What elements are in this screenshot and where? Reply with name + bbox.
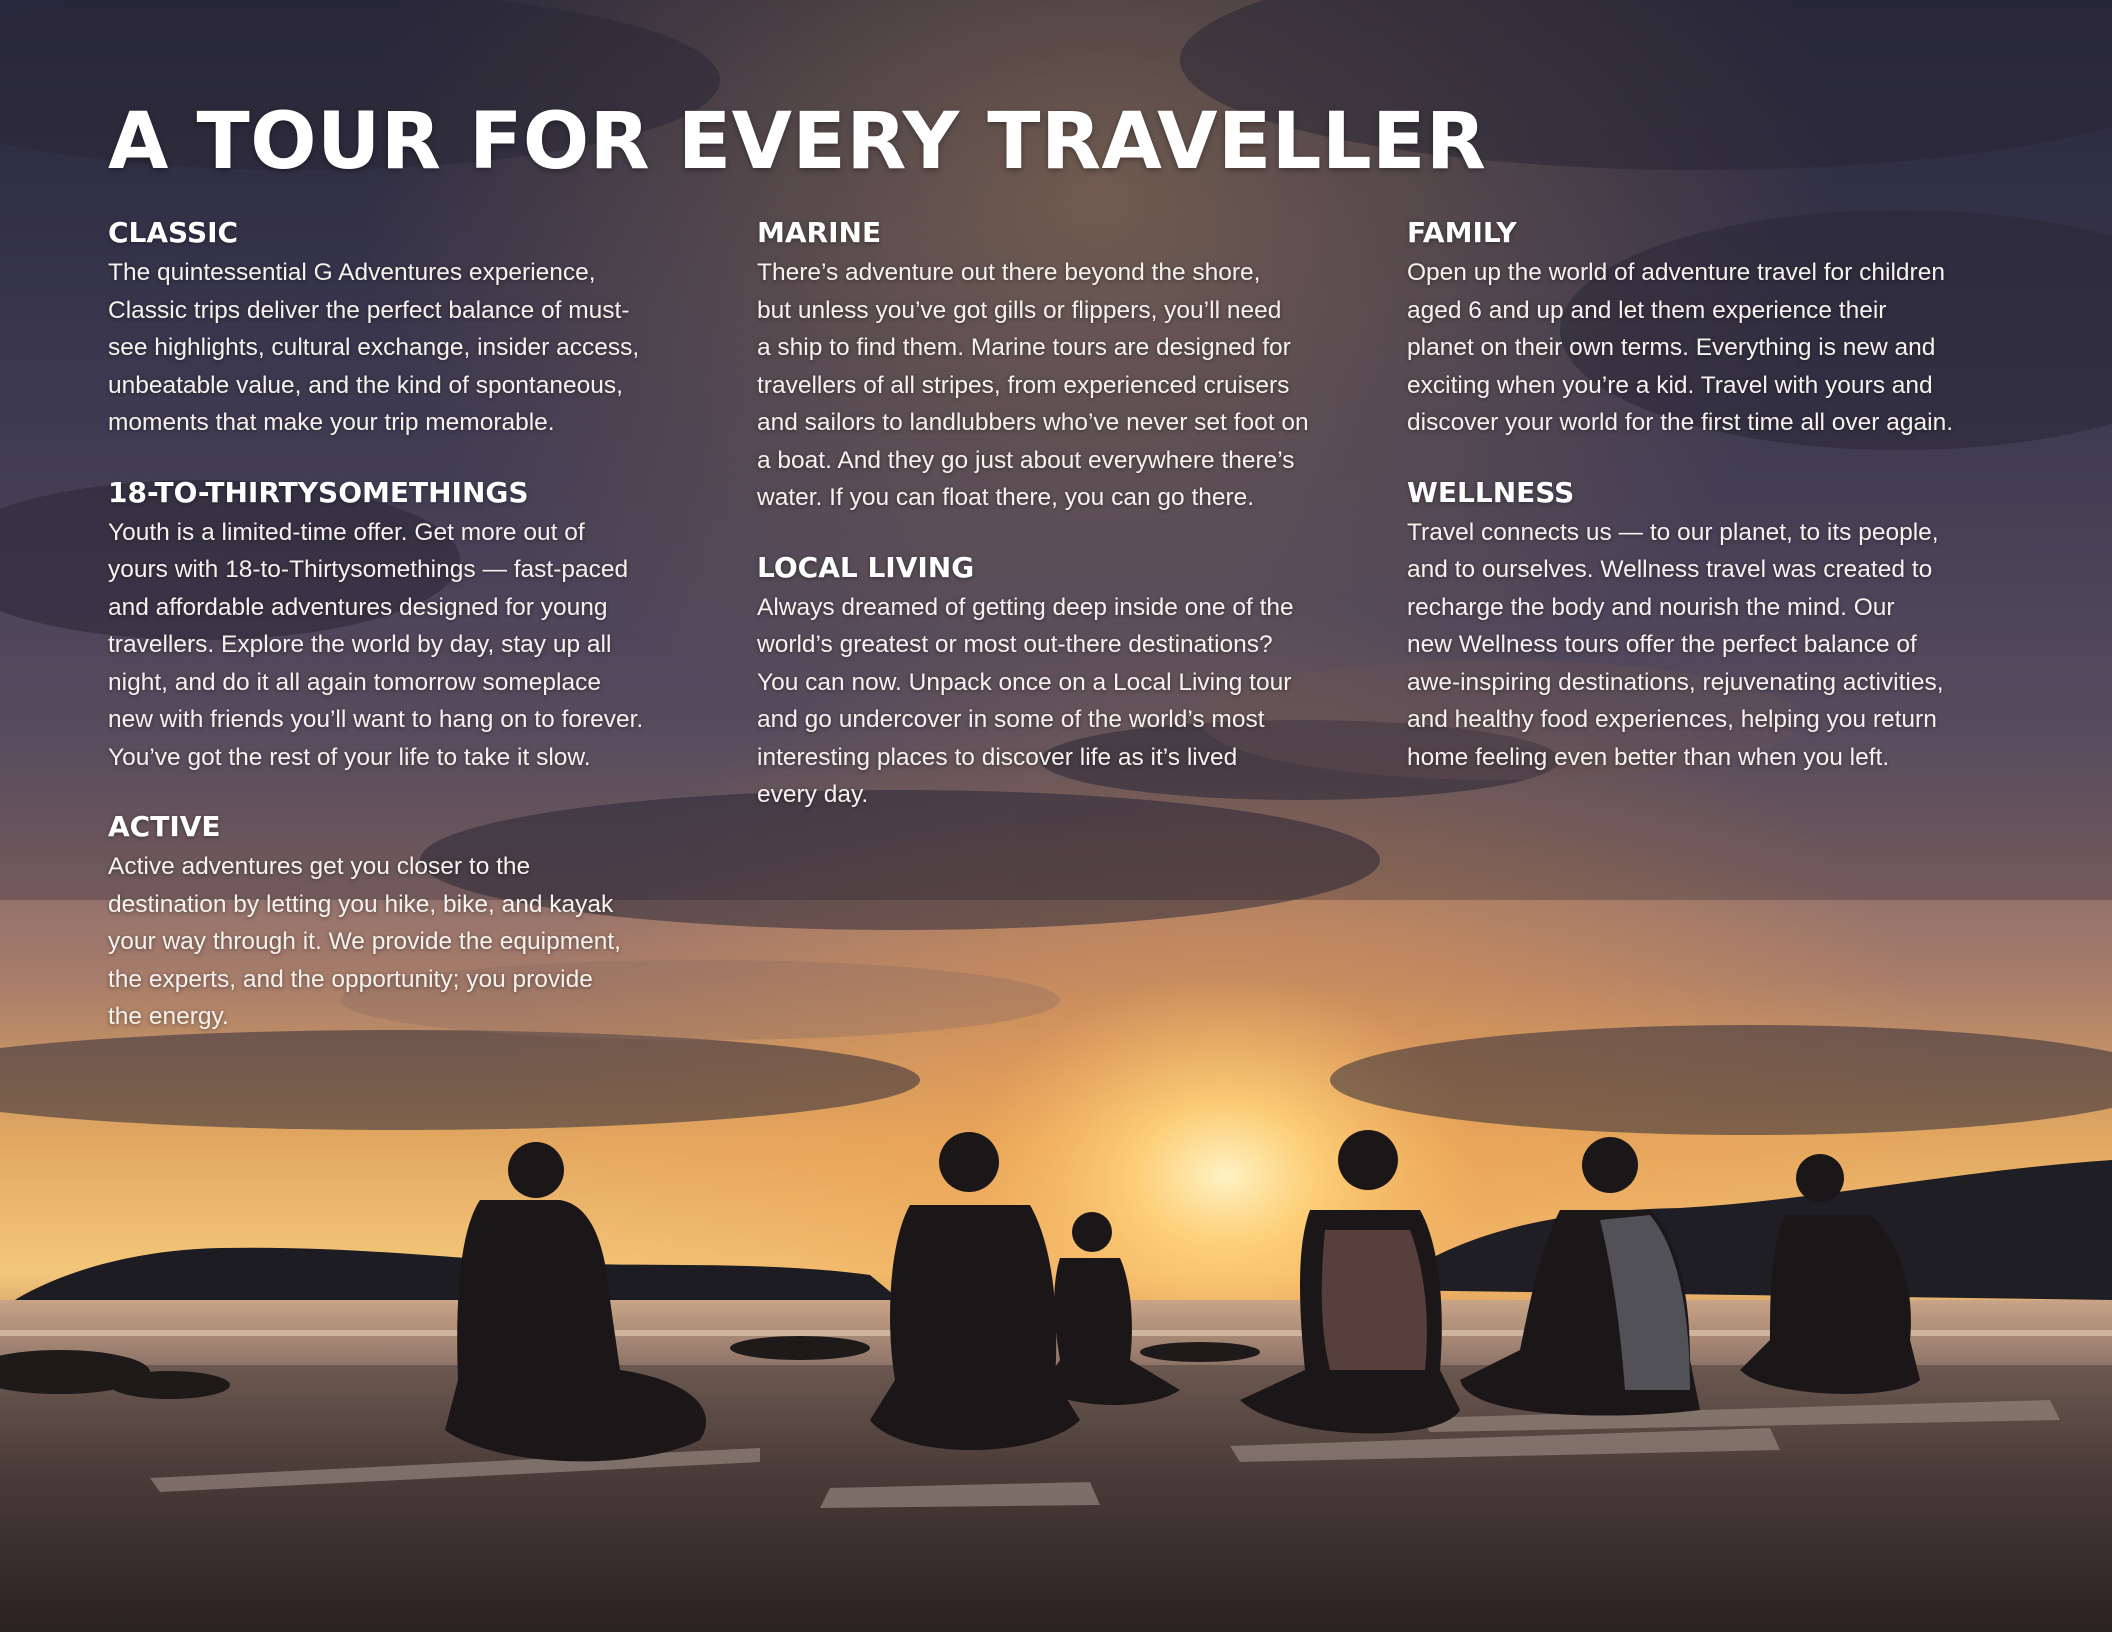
body-line: Open up the world of adventure travel fo… (1407, 259, 1945, 286)
body-line: Travel connects us — to our planet, to i… (1407, 518, 1939, 546)
body-line: recharge the body and nourish the mind. … (1407, 593, 1895, 621)
body-line: night, and do it all again tomorrow some… (108, 668, 602, 696)
body-line: see highlights, cultural exchange, insid… (108, 334, 640, 361)
section-body: Active adventures get you closer to the … (108, 848, 718, 1036)
body-line: discover your world for the first time a… (1407, 409, 1954, 436)
body-line: a boat. And they go just about everywher… (757, 446, 1295, 474)
body-line: interesting places to discover life as i… (757, 743, 1238, 771)
body-line: the experts, and the opportunity; you pr… (108, 965, 593, 993)
column-left: CLASSIC The quintessential G Adventures … (108, 216, 718, 1070)
section-18-to-thirtysomethings: 18-TO-THIRTYSOMETHINGS Youth is a limite… (108, 476, 718, 777)
section-heading: FAMILY (1407, 216, 1517, 249)
body-line: Active adventures get you closer to the (108, 853, 531, 880)
body-line: exciting when you’re a kid. Travel with … (1407, 371, 1933, 399)
section-heading: MARINE (757, 216, 882, 249)
body-line: The quintessential G Adventures experien… (108, 259, 596, 286)
body-line: awe-inspiring destinations, rejuvenating… (1407, 668, 1944, 696)
body-line: travellers of all stripes, from experien… (757, 371, 1290, 399)
body-line: and affordable adventures designed for y… (108, 593, 608, 621)
section-heading: ACTIVE (108, 810, 221, 843)
section-wellness: WELLNESS Travel connects us — to our pla… (1407, 476, 2017, 777)
section-body: There’s adventure out there beyond the s… (757, 254, 1367, 517)
body-line: and go undercover in some of the world’s… (757, 706, 1265, 733)
body-line: the energy. (108, 1003, 229, 1030)
body-line: every day. (757, 781, 869, 808)
body-line: and to ourselves. Wellness travel was cr… (1407, 556, 1933, 583)
section-heading: WELLNESS (1407, 475, 1575, 509)
body-line: yours with 18-to-Thirtysomethings — fast… (108, 556, 629, 583)
body-line: Classic trips deliver the perfect balanc… (108, 296, 630, 324)
body-line: Always dreamed of getting deep inside on… (757, 593, 1294, 621)
body-line: moments that make your trip memorable. (108, 409, 555, 436)
section-marine: MARINE There’s adventure out there beyon… (757, 216, 1367, 517)
body-line: your way through it. We provide the equi… (108, 928, 621, 955)
section-family: FAMILY Open up the world of adventure tr… (1407, 216, 2017, 442)
body-line: a ship to find them. Marine tours are de… (757, 334, 1291, 361)
body-line: water. If you can float there, you can g… (757, 484, 1255, 511)
section-body: Open up the world of adventure travel fo… (1407, 254, 2017, 442)
body-line: aged 6 and up and let them experience th… (1407, 296, 1887, 324)
section-body: Travel connects us — to our planet, to i… (1407, 514, 2017, 777)
body-line: and sailors to landlubbers who’ve never … (757, 409, 1309, 436)
body-line: and healthy food experiences, helping yo… (1407, 706, 1937, 733)
body-line: Youth is a limited-time offer. Get more … (108, 518, 585, 546)
section-classic: CLASSIC The quintessential G Adventures … (108, 216, 718, 442)
body-line: new Wellness tours offer the perfect bal… (1407, 631, 1917, 658)
section-active: ACTIVE Active adventures get you closer … (108, 810, 718, 1036)
section-body: Youth is a limited-time offer. Get more … (108, 514, 718, 777)
body-line: You can now. Unpack once on a Local Livi… (757, 668, 1292, 696)
body-line: You’ve got the rest of your life to take… (108, 743, 591, 771)
body-line: travellers. Explore the world by day, st… (108, 631, 612, 658)
body-line: planet on their own terms. Everything is… (1407, 334, 1936, 361)
body-line: world’s greatest or most out-there desti… (757, 631, 1273, 658)
body-line: but unless you’ve got gills or flippers,… (757, 296, 1282, 324)
brochure-page: A TOUR FOR EVERY TRAVELLER CLASSIC The q… (0, 0, 2112, 1632)
section-local-living: LOCAL LIVING Always dreamed of getting d… (757, 551, 1367, 814)
section-heading: 18-TO-THIRTYSOMETHINGS (108, 475, 529, 509)
section-body: The quintessential G Adventures experien… (108, 254, 718, 442)
body-line: destination by letting you hike, bike, a… (108, 890, 614, 918)
body-line: home feeling even better than when you l… (1407, 743, 1890, 771)
body-line: new with friends you’ll want to hang on … (108, 706, 644, 733)
section-heading: CLASSIC (108, 216, 239, 249)
page-title: A TOUR FOR EVERY TRAVELLER (108, 97, 1487, 187)
column-right: FAMILY Open up the world of adventure tr… (1407, 216, 2017, 810)
body-line: There’s adventure out there beyond the s… (757, 259, 1261, 286)
section-heading: LOCAL LIVING (757, 550, 975, 584)
column-middle: MARINE There’s adventure out there beyon… (757, 216, 1367, 848)
section-body: Always dreamed of getting deep inside on… (757, 589, 1367, 814)
body-line: unbeatable value, and the kind of sponta… (108, 371, 623, 399)
